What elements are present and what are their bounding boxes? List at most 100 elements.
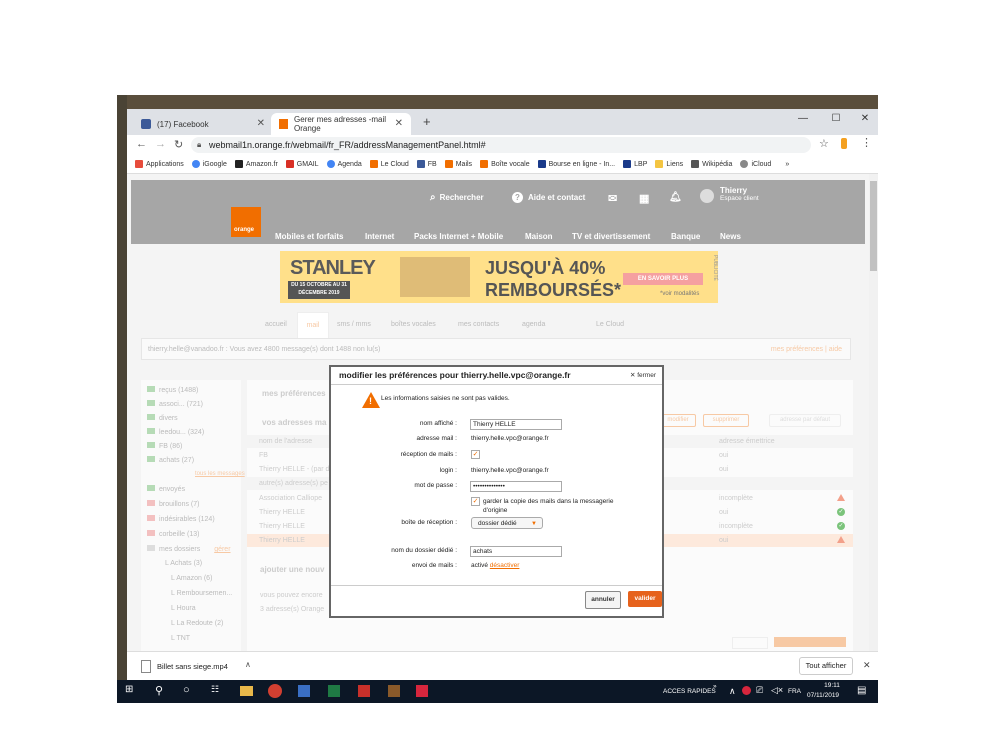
tab-sms[interactable]: sms / mms bbox=[337, 312, 371, 338]
dialog-close-button[interactable]: ✕ fermer bbox=[630, 371, 656, 379]
show-all-downloads-button[interactable]: Tout afficher bbox=[799, 657, 853, 675]
more-bookmarks-button[interactable]: » bbox=[785, 161, 789, 168]
disable-send-link[interactable]: désactiver bbox=[490, 562, 520, 569]
folder-item[interactable]: envoyés bbox=[147, 485, 185, 493]
close-download-bar-button[interactable]: ✕ bbox=[863, 660, 871, 671]
preferences-links[interactable]: mes préférences | aide bbox=[771, 339, 842, 361]
chrome-icon[interactable] bbox=[268, 684, 282, 698]
placeholder-button[interactable] bbox=[732, 637, 768, 649]
folder-item[interactable]: L TNT bbox=[171, 635, 190, 642]
placeholder-button[interactable] bbox=[774, 637, 846, 647]
bookmark-lbp[interactable]: LBP bbox=[623, 160, 647, 168]
bookmark-boite-vocale[interactable]: Boîte vocale bbox=[480, 160, 530, 168]
close-window-button[interactable]: ✕ bbox=[853, 113, 877, 124]
menu-icon[interactable]: ⋮ bbox=[861, 136, 872, 149]
manage-folders-link[interactable]: gérer bbox=[214, 546, 230, 553]
bookmark-gmail[interactable]: GMAIL bbox=[285, 160, 319, 168]
bookmark-agenda[interactable]: Agenda bbox=[326, 160, 362, 168]
tab-facebook[interactable]: (17) Facebook ✕ bbox=[133, 113, 273, 135]
apps-grid-icon[interactable]: ▦ bbox=[639, 192, 649, 205]
folder-item[interactable]: L La Redoute (2) bbox=[171, 620, 223, 627]
acrobat-icon[interactable] bbox=[358, 685, 370, 697]
search-icon[interactable]: ⚲ bbox=[155, 684, 163, 697]
bookmark-icloud[interactable]: iCloud bbox=[740, 160, 771, 168]
folder-item[interactable]: brouillons (7) bbox=[147, 500, 199, 508]
maximize-button[interactable]: ☐ bbox=[824, 113, 848, 124]
bookmark-liens[interactable]: Liens bbox=[655, 160, 683, 168]
tab-le-cloud[interactable]: Le Cloud bbox=[596, 312, 624, 338]
bookmark-igoogle[interactable]: iGoogle bbox=[191, 160, 227, 168]
star-icon[interactable]: ☆ bbox=[819, 137, 829, 150]
nav-packs[interactable]: Packs Internet + Mobile bbox=[414, 232, 503, 241]
folder-item[interactable]: mes dossiers gérer bbox=[147, 545, 231, 553]
close-tab-icon[interactable]: ✕ bbox=[257, 118, 265, 129]
default-address-button[interactable]: adresse par défaut bbox=[769, 414, 841, 427]
minimize-button[interactable]: — bbox=[791, 113, 815, 124]
folder-item[interactable]: achats (27) bbox=[147, 456, 194, 464]
folder-item[interactable]: reçus (1488) bbox=[147, 386, 198, 394]
clock-date[interactable]: 07/11/2019 bbox=[807, 692, 839, 699]
app-icon[interactable] bbox=[298, 685, 310, 697]
inbox-select[interactable]: dossier dédié ▼ bbox=[471, 517, 543, 529]
folder-item[interactable]: leedou... (324) bbox=[147, 428, 204, 436]
chevron-up-icon[interactable]: ∧ bbox=[729, 686, 736, 697]
tab-agenda[interactable]: agenda bbox=[522, 312, 545, 338]
orange-logo[interactable]: orange bbox=[231, 207, 261, 237]
tray-app-icon[interactable] bbox=[742, 686, 751, 695]
tab-contacts[interactable]: mes contacts bbox=[458, 312, 499, 338]
bookmark-bourse[interactable]: Bourse en ligne - In... bbox=[537, 160, 615, 168]
avatar[interactable] bbox=[700, 189, 714, 203]
bookmark-applications[interactable]: Applications bbox=[135, 160, 184, 168]
extension-icon[interactable] bbox=[841, 138, 847, 149]
delete-button[interactable]: supprimer bbox=[703, 414, 749, 427]
app-icon[interactable] bbox=[416, 685, 428, 697]
cancel-button[interactable]: annuler bbox=[585, 591, 621, 609]
nav-news[interactable]: News bbox=[720, 232, 741, 241]
scrollbar-thumb[interactable] bbox=[870, 181, 877, 271]
close-tab-icon[interactable]: ✕ bbox=[395, 118, 403, 129]
chevron-right-icon[interactable]: » bbox=[713, 683, 717, 690]
volume-icon[interactable]: ◁× bbox=[771, 685, 783, 696]
password-input[interactable]: •••••••••••••• bbox=[470, 481, 562, 492]
display-name-input[interactable]: Thierry HELLE bbox=[470, 419, 562, 430]
folder-item[interactable]: FB (86) bbox=[147, 442, 182, 450]
folder-item[interactable]: L Houra bbox=[171, 605, 196, 612]
tab-orange-mail[interactable]: Gerer mes adresses -mail Orange ✕ bbox=[271, 113, 411, 135]
folder-item[interactable]: L Amazon (6) bbox=[171, 575, 212, 582]
chevron-up-icon[interactable]: ∧ bbox=[245, 660, 251, 669]
url-input[interactable]: 🔒︎ webmail1n.orange.fr/webmail/fr_FR/add… bbox=[191, 137, 811, 153]
folder-name-input[interactable]: achats bbox=[470, 546, 562, 557]
validate-button[interactable]: valider bbox=[628, 591, 662, 607]
nav-maison[interactable]: Maison bbox=[525, 232, 553, 241]
tab-mail[interactable]: mail bbox=[297, 312, 329, 340]
nav-banque[interactable]: Banque bbox=[671, 232, 700, 241]
bell-icon[interactable]: 🔔︎ bbox=[669, 192, 682, 203]
folder-item[interactable]: associ... (721) bbox=[147, 400, 203, 408]
user-account[interactable]: Thierry Espace client bbox=[720, 186, 759, 202]
banner-cta-button[interactable]: EN SAVOIR PLUS bbox=[623, 273, 703, 285]
quick-access-toolbar[interactable]: ACCES RAPIDES bbox=[663, 688, 716, 695]
tab-voicemail[interactable]: boîtes vocales bbox=[391, 312, 436, 338]
search-link[interactable]: ⌕ Rechercher bbox=[430, 192, 484, 203]
reload-icon[interactable]: ↻ bbox=[174, 138, 183, 151]
bookmark-fb[interactable]: FB bbox=[416, 160, 437, 168]
notifications-icon[interactable]: ▤ bbox=[857, 685, 866, 696]
forward-icon[interactable]: → bbox=[155, 138, 166, 150]
nav-internet[interactable]: Internet bbox=[365, 232, 394, 241]
folder-item[interactable]: L Remboursemen... bbox=[171, 590, 232, 597]
help-link[interactable]: ? Aide et contact bbox=[512, 192, 585, 203]
tab-accueil[interactable]: accueil bbox=[265, 312, 287, 338]
mail-icon[interactable]: ✉ bbox=[608, 192, 617, 205]
new-tab-button[interactable]: + bbox=[423, 114, 431, 129]
bookmark-mails[interactable]: Mails bbox=[444, 160, 472, 168]
folder-item[interactable]: indésirables (124) bbox=[147, 515, 215, 523]
nav-tv[interactable]: TV et divertissement bbox=[572, 232, 650, 241]
cortana-icon[interactable]: ○ bbox=[183, 684, 190, 696]
app-icon[interactable] bbox=[388, 685, 400, 697]
language-indicator[interactable]: FRA bbox=[788, 688, 801, 695]
windows-start-icon[interactable]: ⊞ bbox=[125, 684, 133, 695]
download-file-name[interactable]: Billet sans siege.mp4 bbox=[157, 662, 228, 671]
network-icon[interactable]: ⎚ bbox=[756, 685, 763, 696]
all-messages-link[interactable]: tous les messages bbox=[195, 471, 245, 477]
modify-button[interactable]: modifier bbox=[660, 414, 696, 427]
